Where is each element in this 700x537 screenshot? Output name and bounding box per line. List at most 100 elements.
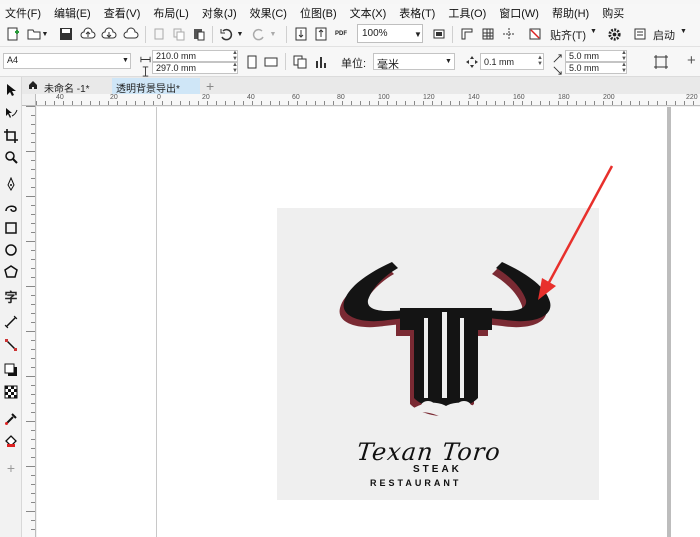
cloud-sync-icon[interactable] xyxy=(122,25,140,43)
zoom-dropdown-icon[interactable]: ▼ xyxy=(414,30,422,39)
copy-icon[interactable] xyxy=(170,25,188,43)
menu-help[interactable]: 帮助(H) xyxy=(552,5,589,21)
page-width-spinner-icon[interactable]: ▲ ▼ xyxy=(232,50,238,62)
ruler-tick xyxy=(369,101,370,105)
toolbar-separator xyxy=(452,26,453,43)
shape-tool-icon[interactable] xyxy=(3,105,19,121)
new-document-icon[interactable] xyxy=(4,25,22,43)
page-size-select[interactable]: A4 xyxy=(3,53,131,69)
page-height-field[interactable]: 297.0 mm xyxy=(152,62,238,74)
options-gear-icon[interactable] xyxy=(605,25,623,43)
launch-menu[interactable]: 启动 xyxy=(653,27,675,43)
duplicate-y-spinner-icon[interactable]: ▲ ▼ xyxy=(621,62,627,74)
portrait-icon[interactable] xyxy=(243,53,261,71)
nudge-spinner-icon[interactable]: ▲ ▼ xyxy=(537,55,543,67)
menu-bitmaps[interactable]: 位图(B) xyxy=(300,5,337,21)
save-icon[interactable] xyxy=(57,25,75,43)
duplicate-x-spinner-icon[interactable]: ▲ ▼ xyxy=(621,50,627,62)
artistic-media-tool-icon[interactable] xyxy=(3,198,19,214)
ruler-tick xyxy=(189,101,190,105)
all-pages-icon[interactable] xyxy=(291,53,309,71)
vertical-ruler[interactable] xyxy=(22,106,36,537)
rectangle-tool-icon[interactable] xyxy=(3,220,19,236)
horizontal-ruler[interactable]: 40 20 0 20 40 60 80 100 120 140 160 180 … xyxy=(36,94,700,106)
bull-logo-graphic[interactable] xyxy=(330,250,560,440)
ruler-label: 120 xyxy=(423,94,435,101)
cut-icon[interactable] xyxy=(150,25,168,43)
ruler-tick xyxy=(549,101,550,105)
undo-dropdown-icon[interactable]: ▼ xyxy=(235,25,245,43)
ruler-tick xyxy=(31,187,35,188)
ruler-tick xyxy=(297,101,298,105)
export-icon[interactable] xyxy=(312,25,330,43)
ruler-tick xyxy=(279,101,280,105)
bleed-frame-icon[interactable] xyxy=(652,53,670,71)
launch-dropdown-icon[interactable]: ▼ xyxy=(680,28,687,35)
annotation-arrow xyxy=(538,165,614,300)
launch-icon[interactable] xyxy=(631,25,649,43)
ruler-tick xyxy=(90,101,91,105)
pick-tool-icon[interactable] xyxy=(3,82,19,98)
landscape-icon[interactable] xyxy=(262,53,280,71)
ruler-origin[interactable] xyxy=(22,94,36,106)
crop-tool-icon[interactable] xyxy=(3,128,19,144)
page-height-spinner-icon[interactable]: ▲ ▼ xyxy=(232,62,238,74)
add-property-icon[interactable]: + xyxy=(687,52,696,69)
ruler-tick xyxy=(306,101,307,105)
tab-untitled[interactable]: 未命名 -1* xyxy=(40,78,94,95)
duplicate-y-field[interactable]: 5.0 mm xyxy=(565,62,627,74)
show-rulers-icon[interactable] xyxy=(458,25,476,43)
menu-layout[interactable]: 布局(L) xyxy=(153,5,188,21)
undo-icon[interactable] xyxy=(217,25,235,43)
freehand-tool-icon[interactable] xyxy=(3,176,19,192)
open-dropdown-icon[interactable]: ▼ xyxy=(40,25,50,43)
add-tool-icon[interactable]: + xyxy=(3,460,19,476)
cloud-download-icon[interactable] xyxy=(100,25,118,43)
units-select[interactable]: 毫米 xyxy=(373,53,455,71)
eyedropper-tool-icon[interactable] xyxy=(3,411,19,427)
duplicate-x-field[interactable]: 5.0 mm xyxy=(565,50,627,62)
page-border-left xyxy=(156,107,157,537)
new-tab-icon[interactable]: + xyxy=(202,78,218,94)
snap-dropdown-icon[interactable]: ▼ xyxy=(590,28,597,35)
page-size-dropdown-icon[interactable]: ▼ xyxy=(122,57,129,64)
menu-buy[interactable]: 购买 xyxy=(602,5,624,21)
current-page-icon[interactable] xyxy=(312,53,330,71)
transparency-tool-icon[interactable] xyxy=(3,384,19,400)
interactive-fill-tool-icon[interactable] xyxy=(3,433,19,449)
tab-transparent-export[interactable]: 透明背景导出* xyxy=(112,78,200,95)
redo-dropdown-icon[interactable]: ▼ xyxy=(268,25,278,43)
menu-effects[interactable]: 效果(C) xyxy=(250,5,287,21)
redo-icon[interactable] xyxy=(250,25,268,43)
menu-text[interactable]: 文本(X) xyxy=(350,5,387,21)
zoom-tool-icon[interactable] xyxy=(3,149,19,165)
menu-object[interactable]: 对象(J) xyxy=(202,5,237,21)
menu-window[interactable]: 窗口(W) xyxy=(499,5,539,21)
paste-icon[interactable] xyxy=(190,25,208,43)
ruler-tick xyxy=(495,101,496,105)
publish-pdf-icon[interactable]: PDF xyxy=(332,25,350,43)
drop-shadow-tool-icon[interactable] xyxy=(3,362,19,378)
menu-file[interactable]: 文件(F) xyxy=(5,5,41,21)
menu-edit[interactable]: 编辑(E) xyxy=(54,5,91,21)
menu-view[interactable]: 查看(V) xyxy=(104,5,141,21)
ruler-tick xyxy=(180,101,181,105)
snap-to-menu[interactable]: 贴齐(T) xyxy=(550,27,586,43)
polygon-tool-icon[interactable] xyxy=(3,264,19,280)
units-dropdown-icon[interactable]: ▼ xyxy=(445,58,452,65)
ruler-tick xyxy=(72,101,73,105)
show-grid-icon[interactable] xyxy=(479,25,497,43)
import-icon[interactable] xyxy=(292,25,310,43)
cloud-upload-icon[interactable] xyxy=(79,25,97,43)
text-tool-icon[interactable]: 字 xyxy=(3,288,19,305)
parallel-dimension-tool-icon[interactable] xyxy=(3,314,19,330)
page-width-field[interactable]: 210.0 mm xyxy=(152,50,238,62)
ellipse-tool-icon[interactable] xyxy=(3,242,19,258)
nudge-distance-field[interactable]: 0.1 mm xyxy=(480,53,544,70)
menu-tools[interactable]: 工具(O) xyxy=(448,5,486,21)
menu-table[interactable]: 表格(T) xyxy=(399,5,435,21)
full-screen-icon[interactable] xyxy=(430,25,448,43)
show-guidelines-icon[interactable] xyxy=(500,25,518,43)
connector-tool-icon[interactable] xyxy=(3,337,19,353)
snap-off-icon[interactable] xyxy=(526,25,544,43)
